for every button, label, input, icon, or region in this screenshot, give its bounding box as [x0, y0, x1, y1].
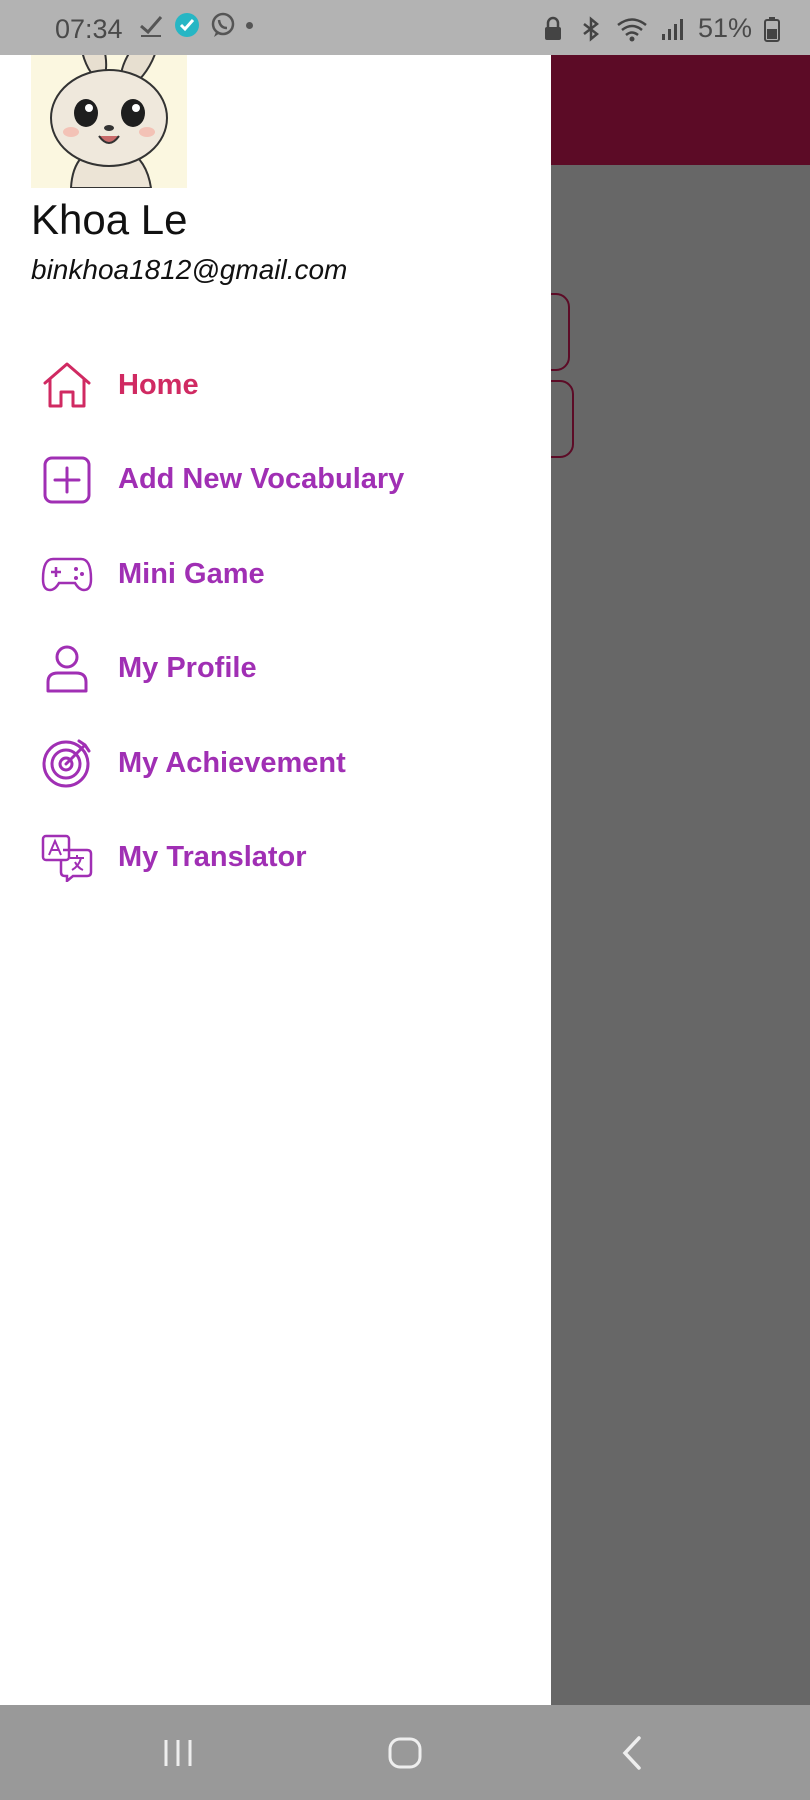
plus-square-icon: [40, 453, 94, 507]
app-badge-icon: [175, 13, 199, 37]
menu-label-mini-game: Mini Game: [118, 557, 265, 590]
menu-label-my-achievement: My Achievement: [118, 746, 346, 779]
bluetooth-icon: [583, 15, 599, 42]
menu-label-my-translator: My Translator: [118, 841, 307, 874]
target-icon: [40, 736, 94, 790]
status-left-icons: [138, 12, 253, 38]
menu-item-mini-game[interactable]: Mini Game: [0, 527, 551, 622]
dot-icon: [246, 21, 253, 29]
battery-percent: 51%: [697, 13, 752, 43]
system-nav-bar: [0, 1705, 810, 1800]
home-icon: [40, 358, 94, 412]
user-name: Khoa Le: [31, 196, 188, 243]
menu-item-add-new-vocabulary[interactable]: Add New Vocabulary: [0, 433, 551, 528]
translate-icon: [40, 831, 94, 885]
menu-item-my-achievement[interactable]: My Achievement: [0, 716, 551, 811]
viber-icon: [211, 12, 235, 37]
menu-item-home[interactable]: Home: [0, 338, 551, 433]
back-button[interactable]: [612, 1735, 652, 1771]
menu-label-add-new-vocabulary: Add New Vocabulary: [118, 463, 405, 496]
lock-icon: [544, 16, 561, 40]
status-time: 07:34: [55, 14, 123, 44]
navigation-drawer: Khoa Le binkhoa1812@gmail.com Home Add N…: [0, 0, 551, 1705]
recents-icon: [164, 1740, 192, 1766]
battery-icon: [764, 16, 780, 42]
drawer-menu: Home Add New Vocabulary Mini Game My Pro…: [0, 338, 551, 905]
menu-label-home: Home: [118, 368, 199, 401]
status-bar: 07:34 51%: [0, 0, 810, 55]
menu-label-my-profile: My Profile: [118, 652, 257, 685]
back-icon: [622, 1736, 641, 1770]
menu-item-my-profile[interactable]: My Profile: [0, 622, 551, 717]
person-icon: [40, 642, 94, 696]
menu-item-my-translator[interactable]: My Translator: [0, 811, 551, 906]
user-email: binkhoa1812@gmail.com: [31, 254, 348, 285]
wifi-icon: [617, 17, 647, 41]
home-nav-icon: [388, 1737, 422, 1769]
gamepad-icon: [40, 547, 94, 601]
signal-icon: [661, 18, 683, 40]
checkmark-icon: [140, 16, 163, 37]
recents-button[interactable]: [158, 1735, 198, 1771]
status-right-icons: 51%: [540, 13, 780, 44]
home-button[interactable]: [385, 1735, 425, 1771]
